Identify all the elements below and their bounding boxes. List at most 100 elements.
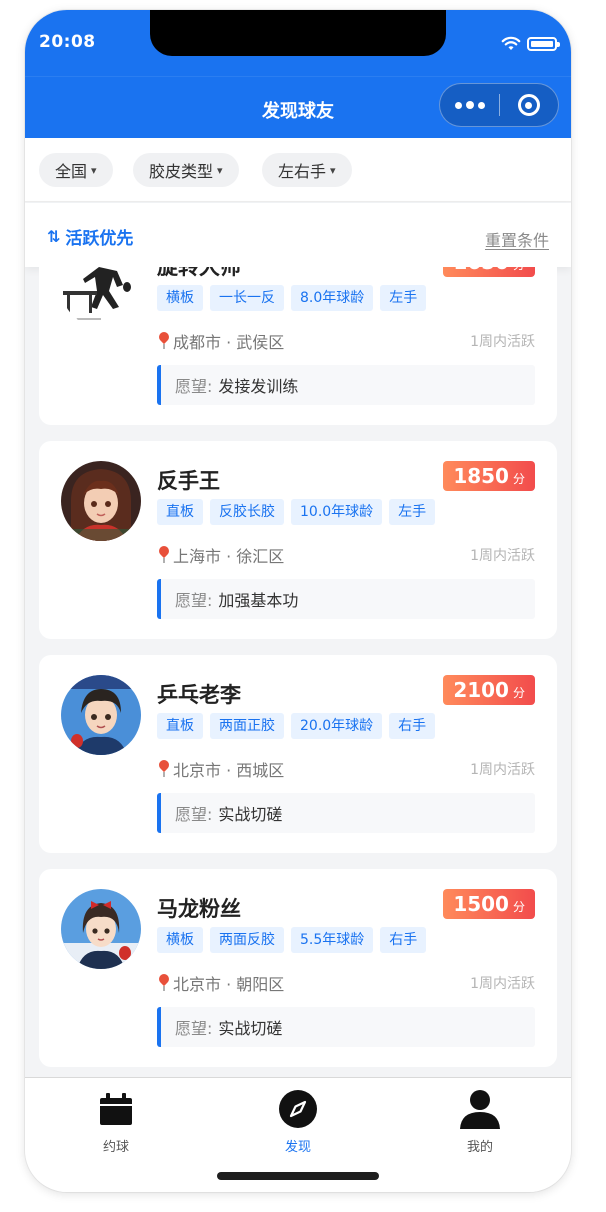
wish-box: 愿望: 实战切磋 — [157, 793, 535, 833]
score-unit: 分 — [512, 472, 525, 486]
tag-grip: 直板 — [157, 713, 203, 739]
location-text: 北京市 · 西城区 — [173, 761, 285, 780]
player-avatar — [61, 889, 141, 969]
filter-rubber-dropdown[interactable]: 胶皮类型 ▾ — [133, 153, 239, 187]
score-badge: 2100 分 — [443, 675, 535, 705]
filter-rubber-label: 胶皮类型 — [149, 162, 214, 181]
tag-grip: 横板 — [157, 927, 203, 953]
wish-text: 发接发训练 — [218, 377, 299, 396]
filter-region-dropdown[interactable]: 全国 ▾ — [39, 153, 113, 187]
player-avatar — [61, 461, 141, 541]
nav-bar: 发现球友 — [25, 76, 571, 138]
tag-experience: 8.0年球龄 — [291, 285, 374, 311]
player-location: 北京市 · 西城区 — [157, 757, 284, 781]
score-badge: 1850 分 — [443, 461, 535, 491]
tag-grip: 横板 — [157, 285, 203, 311]
tag-rubber: 一长一反 — [210, 285, 284, 311]
location-pin-icon — [157, 974, 171, 992]
location-text: 北京市 · 朝阳区 — [173, 975, 285, 994]
wish-label: 愿望: — [175, 591, 213, 610]
wish-box: 愿望: 实战切磋 — [157, 1007, 535, 1047]
wish-label: 愿望: — [175, 1019, 213, 1038]
notch — [150, 10, 446, 56]
wish-box: 愿望: 加强基本功 — [157, 579, 535, 619]
player-name: 旋转大师 — [157, 267, 241, 279]
player-card[interactable]: 乒乓老李 2100 分 直板 两面正胶 20.0年球龄 右手 北京市 · 西城区… — [39, 655, 557, 853]
tag-experience: 20.0年球龄 — [291, 713, 383, 739]
tab-label: 发现 — [284, 1140, 311, 1155]
anime-girl-bow-avatar — [61, 889, 141, 969]
score-unit: 分 — [512, 900, 525, 914]
battery-icon — [527, 37, 560, 51]
player-location: 北京市 · 朝阳区 — [157, 971, 284, 995]
player-location: 成都市 · 武侯区 — [157, 329, 284, 353]
sort-label: 活跃优先 — [65, 229, 134, 249]
wish-text: 实战切磋 — [218, 805, 283, 824]
location-text: 成都市 · 武侯区 — [173, 333, 285, 352]
close-miniprogram-button[interactable] — [500, 83, 558, 127]
tag-hand: 左手 — [380, 285, 427, 311]
player-avatar — [61, 675, 141, 755]
score-value: 2100 — [453, 678, 509, 702]
status-icons — [501, 36, 560, 52]
player-name: 马龙粉丝 — [157, 897, 241, 921]
filter-hand-dropdown[interactable]: 左右手 ▾ — [262, 153, 352, 187]
target-icon — [517, 94, 540, 116]
tag-hand: 右手 — [380, 927, 427, 953]
tag-hand: 右手 — [389, 713, 436, 739]
sort-bar: ⇅ 活跃优先 重置条件 — [25, 203, 571, 267]
score-unit: 分 — [513, 267, 525, 273]
sort-button[interactable]: ⇅ 活跃优先 — [47, 224, 133, 249]
tab-bar: 约球 发现 我的 — [25, 1077, 571, 1192]
home-indicator — [217, 1172, 379, 1180]
activity-status: 1周内活跃 — [470, 334, 535, 350]
score-badge: 1500 分 — [443, 889, 535, 919]
tab-appointments[interactable]: 约球 — [56, 1086, 176, 1155]
silhouette-player-avatar — [63, 267, 131, 320]
reset-filters-link[interactable]: 重置条件 — [485, 227, 549, 251]
tag-grip: 直板 — [157, 499, 203, 525]
location-pin-icon — [157, 332, 171, 350]
tag-rubber: 两面正胶 — [210, 713, 284, 739]
status-bar: 20:08 — [25, 10, 571, 76]
wish-text: 实战切磋 — [218, 1019, 283, 1038]
player-list: 旋转大师 1650 分 横板 一长一反 8.0年球龄 左手 成都市 · 武侯区 … — [39, 267, 557, 1077]
wish-text: 加强基本功 — [218, 591, 299, 610]
location-pin-icon — [157, 760, 171, 778]
tag-rubber: 反胶长胶 — [210, 499, 284, 525]
location-text: 上海市 · 徐汇区 — [173, 547, 285, 566]
player-card[interactable]: 马龙粉丝 1500 分 横板 两面反胶 5.5年球龄 右手 北京市 · 朝阳区 … — [39, 869, 557, 1067]
wish-label: 愿望: — [175, 377, 213, 396]
player-tags: 直板 反胶长胶 10.0年球龄 左手 — [157, 499, 436, 525]
score-unit: 分 — [512, 686, 525, 700]
score-value: 1650 — [453, 267, 509, 277]
player-name: 反手王 — [157, 469, 220, 493]
activity-status: 1周内活跃 — [470, 976, 535, 992]
caret-down-icon: ▾ — [91, 163, 97, 177]
wifi-icon — [501, 36, 521, 50]
caret-down-icon: ▾ — [330, 163, 336, 177]
tab-profile[interactable]: 我的 — [420, 1086, 540, 1155]
player-avatar — [61, 267, 141, 327]
tag-experience: 5.5年球龄 — [291, 927, 374, 953]
compass-icon — [279, 1090, 317, 1128]
status-time: 20:08 — [39, 32, 96, 52]
mini-program-capsule — [439, 83, 559, 127]
phone-frame: 20:08 发现球友 全国 ▾ 胶皮类型 ▾ 左右手 ▾ ⇅ 活跃优先 重置条件… — [25, 10, 571, 1192]
anime-girl-avatar — [61, 461, 141, 541]
activity-status: 1周内活跃 — [470, 548, 535, 564]
player-tags: 直板 两面正胶 20.0年球龄 右手 — [157, 713, 436, 739]
player-card[interactable]: 旋转大师 1650 分 横板 一长一反 8.0年球龄 左手 成都市 · 武侯区 … — [39, 267, 557, 425]
score-value: 1500 — [453, 892, 509, 916]
tab-label: 约球 — [102, 1140, 129, 1155]
filter-region-label: 全国 — [55, 162, 88, 181]
player-card[interactable]: 反手王 1850 分 直板 反胶长胶 10.0年球龄 左手 上海市 · 徐汇区 … — [39, 441, 557, 639]
user-icon — [460, 1090, 500, 1129]
activity-status: 1周内活跃 — [470, 762, 535, 778]
score-badge: 1650 分 — [443, 267, 535, 277]
sort-arrows-icon: ⇅ — [47, 227, 61, 246]
more-button[interactable] — [440, 83, 499, 127]
wish-label: 愿望: — [175, 805, 213, 824]
tab-discover[interactable]: 发现 — [238, 1086, 358, 1155]
more-dot-icon — [477, 101, 485, 109]
